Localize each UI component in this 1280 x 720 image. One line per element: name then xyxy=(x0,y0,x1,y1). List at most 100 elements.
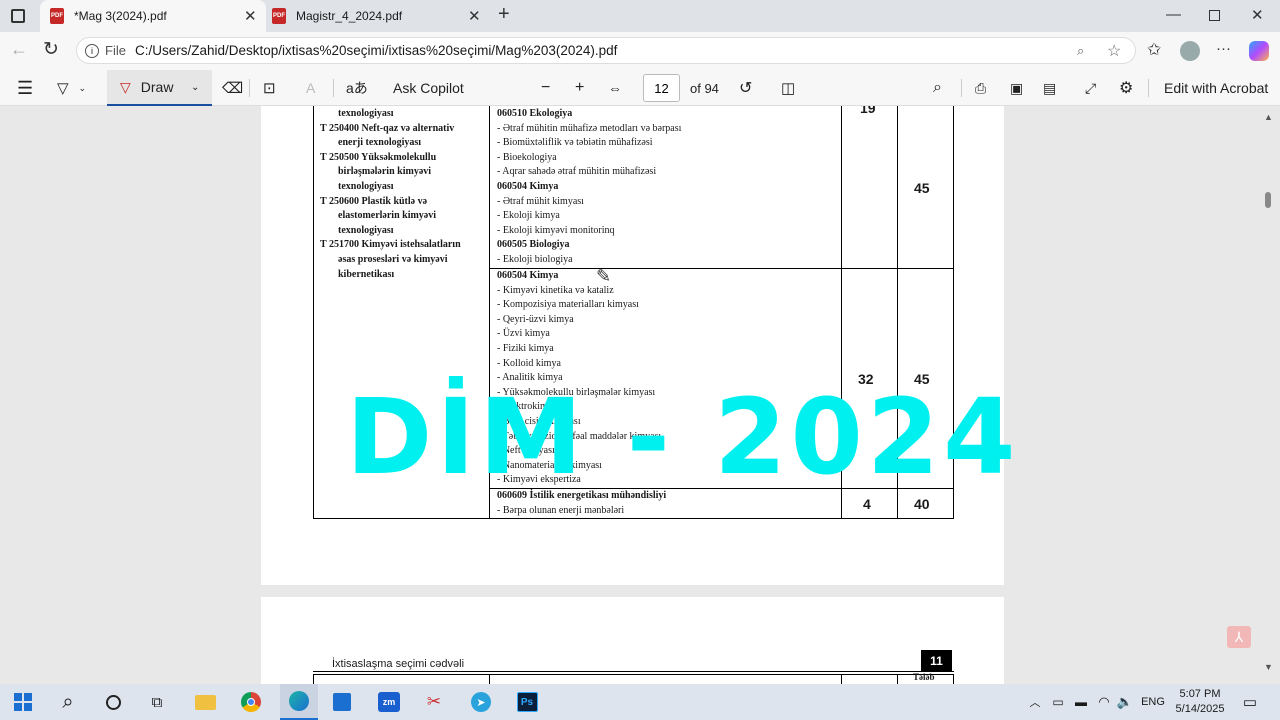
photoshop-icon[interactable]: Ps xyxy=(515,684,539,720)
read-aloud-button[interactable]: aあ xyxy=(346,70,368,106)
wifi-icon[interactable]: ◠ xyxy=(1096,684,1112,720)
page-view-icon[interactable]: ◫ xyxy=(781,70,795,106)
divider xyxy=(249,79,250,97)
maximize-icon[interactable] xyxy=(1209,10,1220,21)
favorites-icon[interactable]: ✩ xyxy=(1147,40,1161,60)
specialization-item: - Aqrar sahədə ətraf mühitin mühafizəsi xyxy=(497,166,657,178)
acrobat-icon[interactable]: ⅄ xyxy=(1227,626,1251,648)
time: 5:07 PM xyxy=(1179,688,1221,700)
favorite-star-icon[interactable]: ☆ xyxy=(1107,41,1121,61)
specialty-line: birləşmələrin kimyəvi xyxy=(338,166,432,178)
print-icon[interactable]: ⎙ xyxy=(975,70,986,106)
tray-chevron-up-icon[interactable]: ︿ xyxy=(1028,684,1042,720)
fit-page-icon[interactable]: ⇔ xyxy=(608,70,622,106)
specialization-item: - Üzvi kimya xyxy=(497,328,550,340)
scrollbar-thumb[interactable] xyxy=(1265,192,1271,208)
save-icon[interactable]: ▣ xyxy=(1010,70,1023,106)
cortana-icon[interactable] xyxy=(103,684,123,720)
specialization-item: - Kolloid kimya xyxy=(497,357,561,369)
seats-value: 4 xyxy=(863,496,871,512)
minimize-icon[interactable]: — xyxy=(1166,6,1181,23)
group-heading: 060504 Kimya xyxy=(497,180,559,192)
clock[interactable]: 5:07 PM 5/14/2025 xyxy=(1172,684,1228,720)
page-number-input[interactable] xyxy=(643,74,680,102)
specialty-line: texnologiyası xyxy=(338,180,394,192)
scroll-down-icon[interactable]: ▼ xyxy=(1264,662,1273,672)
zoom-app-icon[interactable]: zm xyxy=(377,684,401,720)
zoom-icon[interactable]: ⌕ xyxy=(1077,43,1084,59)
language-indicator[interactable]: ENG xyxy=(1140,684,1166,720)
pen-icon: ▽ xyxy=(120,78,131,95)
specialty-line: əsas prosesləri və kimyəvi xyxy=(338,253,448,265)
more-icon[interactable]: ··· xyxy=(1216,40,1231,57)
edit-with-acrobat-button[interactable]: Edit with Acrobat xyxy=(1164,70,1268,106)
table-border xyxy=(313,106,314,519)
telegram-icon[interactable]: ➤ xyxy=(469,684,493,720)
tab-bar: PDF *Mag 3(2024).pdf ✕ PDF Magistr_4_202… xyxy=(0,0,1280,32)
tab-mag3[interactable]: PDF *Mag 3(2024).pdf ✕ xyxy=(40,0,266,32)
table-border xyxy=(313,674,314,684)
specialty-line: T 250500 Yüksəkmolekullu xyxy=(320,151,437,163)
page-number-badge: 11 xyxy=(921,650,952,671)
copilot-icon[interactable] xyxy=(1249,41,1269,61)
zoom-out-icon[interactable]: − xyxy=(541,70,550,106)
profile-avatar[interactable] xyxy=(1180,41,1200,61)
text-box-icon[interactable]: ⊡ xyxy=(263,70,276,106)
meet-now-icon[interactable]: ▭ xyxy=(1050,684,1066,720)
specialization-item: - Fiziki kimya xyxy=(497,342,554,354)
task-view-icon[interactable]: ⧉ xyxy=(147,684,167,720)
close-tab-icon[interactable]: ✕ xyxy=(244,7,257,25)
battery-icon[interactable]: ▬ xyxy=(1072,684,1090,720)
specialization-item: - Kompozisiya materialları kimyası xyxy=(497,299,639,311)
rotate-icon[interactable]: ↺ xyxy=(739,70,752,106)
edge-icon[interactable] xyxy=(280,684,318,720)
snipping-tool-icon[interactable]: ✂ xyxy=(422,684,446,720)
search-icon[interactable]: ⌕ xyxy=(933,70,942,106)
specialty-line: T 251700 Kimyəvi istehsalatların xyxy=(320,239,461,251)
highlight-icon[interactable]: ▽ ⌄ xyxy=(57,70,86,106)
specialty-line: kibernetikası xyxy=(338,268,395,280)
column-header-fragment: Tələb xyxy=(913,672,935,682)
specialization-item: - Qeyri-üzvi kimya xyxy=(497,313,574,325)
back-icon[interactable]: ← xyxy=(10,39,28,60)
specialty-line: enerji texnologiyası xyxy=(338,137,422,149)
chrome-icon[interactable] xyxy=(239,684,263,720)
specialization-item: - Ətraf mühit kimyası xyxy=(497,195,584,207)
specialization-cell: 060510 Ekologiya - Ətraf mühitin mühafiz… xyxy=(497,107,681,268)
notifications-icon[interactable]: ▭ xyxy=(1240,684,1260,720)
fullscreen-icon[interactable]: ⤢ xyxy=(1085,70,1096,106)
refresh-icon[interactable]: ↻ xyxy=(43,38,59,61)
zoom-in-icon[interactable]: + xyxy=(575,70,584,106)
url-field[interactable]: i File C:/Users/Zahid/Desktop/ixtisas%20… xyxy=(76,37,1136,64)
close-window-icon[interactable]: ✕ xyxy=(1251,6,1264,24)
url-text: C:/Users/Zahid/Desktop/ixtisas%20seçimi/… xyxy=(134,43,618,58)
info-icon[interactable]: i xyxy=(85,43,99,58)
table-border xyxy=(313,671,954,672)
page-total: of 94 xyxy=(690,80,719,96)
save-as-icon[interactable]: ▤ xyxy=(1043,70,1056,106)
score-value: 45 xyxy=(914,180,930,196)
tab-title: Magistr_4_2024.pdf xyxy=(296,9,403,23)
scroll-up-icon[interactable]: ▲ xyxy=(1264,112,1273,122)
volume-icon[interactable]: 🔈 xyxy=(1116,684,1134,720)
search-icon[interactable]: ⌕ xyxy=(55,684,81,720)
ask-copilot-button[interactable]: Ask Copilot xyxy=(393,70,464,106)
start-icon[interactable] xyxy=(12,684,34,720)
pdf-viewer[interactable]: texnologiyası T 250400 Neft-qaz və alter… xyxy=(0,106,1280,684)
draw-button[interactable]: ▽ Draw ⌄ xyxy=(107,70,212,106)
store-icon[interactable] xyxy=(331,684,353,720)
table-border xyxy=(953,674,954,684)
table-border xyxy=(897,674,898,684)
specialization-item: - Kimyəvi kinetika və kataliz xyxy=(497,284,614,296)
file-label: File xyxy=(105,43,126,58)
settings-gear-icon[interactable]: ⚙ xyxy=(1119,70,1133,106)
contents-icon[interactable]: ☰ xyxy=(17,70,33,106)
eraser-icon[interactable]: ⌫ xyxy=(222,70,243,106)
new-tab-icon[interactable]: + xyxy=(498,3,510,26)
close-tab-icon[interactable]: ✕ xyxy=(468,7,481,25)
tab-magistr4[interactable]: PDF Magistr_4_2024.pdf ✕ xyxy=(270,0,490,32)
date: 5/14/2025 xyxy=(1175,703,1225,715)
file-explorer-icon[interactable] xyxy=(193,684,217,720)
chevron-down-icon[interactable]: ⌄ xyxy=(191,82,199,93)
tab-actions-icon[interactable] xyxy=(11,9,25,23)
